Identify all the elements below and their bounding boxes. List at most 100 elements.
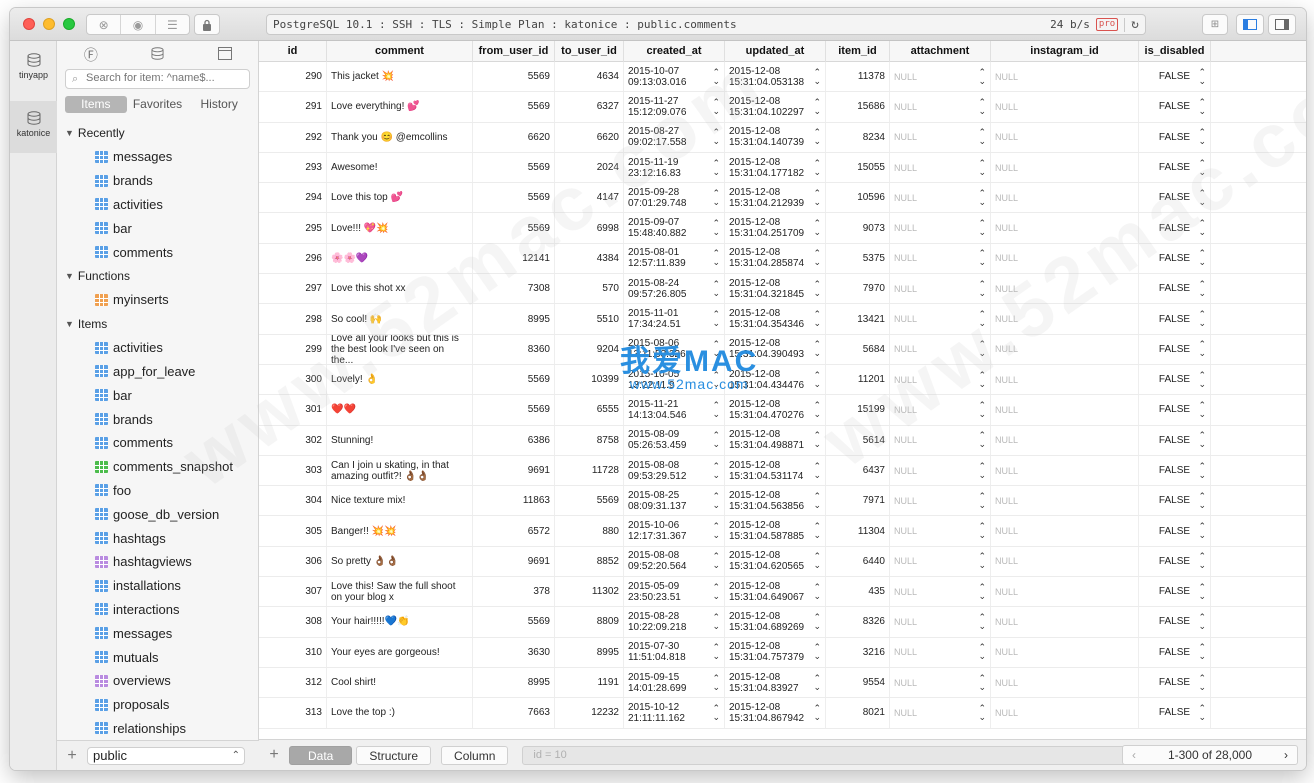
cell-created-at[interactable]: 2015-09-07 15:48:40.882 ⌃ ⌄	[624, 213, 725, 243]
cell-instagram-id[interactable]: NULL	[991, 92, 1139, 122]
cell-attachment[interactable]: NULL ⌃ ⌄	[890, 395, 991, 425]
cell-is-disabled[interactable]: FALSE ⌃ ⌄	[1139, 62, 1211, 92]
chevron-updown-icon[interactable]: ⌃ ⌄	[978, 491, 986, 510]
cell-is-disabled[interactable]: FALSE ⌃ ⌄	[1139, 395, 1211, 425]
cell-updated-at[interactable]: 2015-12-08 15:31:04.83927 ⌃ ⌄	[725, 667, 826, 698]
column-header[interactable]: is_disabled	[1139, 41, 1211, 62]
chevron-updown-icon[interactable]: ⌃ ⌄	[978, 97, 986, 116]
cell-created-at[interactable]: 2015-10-06 12:17:31.367 ⌃ ⌄	[624, 516, 725, 546]
cell-is-disabled[interactable]: FALSE ⌃ ⌄	[1139, 425, 1211, 455]
cell-updated-at[interactable]: 2015-12-08 15:31:04.354346 ⌃ ⌄	[725, 304, 826, 334]
cell-is-disabled[interactable]: FALSE ⌃ ⌄	[1139, 546, 1211, 577]
sidebar-item-interactions[interactable]: interactions	[57, 598, 259, 622]
column-header[interactable]: item_id	[826, 41, 890, 62]
cell-created-at[interactable]: 2015-09-15 14:01:28.699 ⌃ ⌄	[624, 667, 725, 698]
cell-instagram-id[interactable]: NULL	[991, 546, 1139, 577]
cell-from-user-id[interactable]: 8995	[473, 667, 555, 698]
sidebar-item-installations[interactable]: installations	[57, 574, 259, 598]
chevron-updown-icon[interactable]: ⌃ ⌄	[712, 310, 720, 328]
table-row[interactable]: 298 So cool! 🙌 8995 5510 2015-11-01 17:34:24…	[259, 304, 1306, 335]
cell-to-user-id[interactable]: 5510	[555, 304, 624, 334]
cell-instagram-id[interactable]: NULL	[991, 667, 1139, 698]
cell-updated-at[interactable]: 2015-12-08 15:31:04.867942 ⌃ ⌄	[725, 698, 826, 728]
close-window-button[interactable]	[23, 18, 35, 30]
cell-from-user-id[interactable]: 6386	[473, 425, 555, 455]
chevron-updown-icon[interactable]: ⌃ ⌄	[712, 612, 720, 631]
tree-section-header[interactable]: ▼ Functions	[57, 264, 259, 288]
chevron-updown-icon[interactable]: ⌃ ⌄	[712, 522, 720, 540]
minimize-window-button[interactable]	[43, 18, 55, 30]
cell-attachment[interactable]: NULL ⌃ ⌄	[890, 364, 991, 395]
cell-item-id[interactable]: 11304	[826, 516, 890, 546]
cell-item-id[interactable]: 10596	[826, 183, 890, 213]
chevron-updown-icon[interactable]: ⌃ ⌄	[978, 643, 986, 661]
cell-id[interactable]: 294	[259, 183, 327, 213]
table-row[interactable]: 308 Your hair!!!!!💙👏 5569 8809 2015-08-28 10…	[259, 607, 1306, 638]
cell-from-user-id[interactable]: 11863	[473, 486, 555, 516]
cell-to-user-id[interactable]: 8758	[555, 425, 624, 455]
cell-id[interactable]: 295	[259, 213, 327, 243]
tab-column[interactable]: Column	[441, 745, 509, 765]
table-row[interactable]: 310 Your eyes are gorgeous! 3630 8995 2015-0…	[259, 637, 1306, 668]
chevron-updown-icon[interactable]: ⌃ ⌄	[813, 370, 821, 389]
cell-created-at[interactable]: 2015-08-01 12:57:11.839 ⌃ ⌄	[624, 243, 725, 274]
cell-to-user-id[interactable]: 1191	[555, 667, 624, 698]
chevron-updown-icon[interactable]: ⌃ ⌄	[712, 582, 720, 601]
table-row[interactable]: 299 Love all your looks but this is the b…	[259, 334, 1306, 365]
cell-comment[interactable]: 🌸🌸💜	[327, 243, 473, 274]
table-row[interactable]: 295 Love!!! 💖💥 5569 6998 2015-09-07 15:48:40…	[259, 213, 1306, 244]
cell-instagram-id[interactable]: NULL	[991, 455, 1139, 486]
chevron-updown-icon[interactable]: ⌃ ⌄	[712, 128, 720, 146]
chevron-updown-icon[interactable]: ⌃ ⌄	[978, 431, 986, 449]
cell-attachment[interactable]: NULL ⌃ ⌄	[890, 607, 991, 637]
cell-instagram-id[interactable]: NULL	[991, 637, 1139, 667]
cell-to-user-id[interactable]: 2024	[555, 152, 624, 183]
cell-id[interactable]: 298	[259, 304, 327, 334]
cell-id[interactable]: 299	[259, 334, 327, 364]
cell-from-user-id[interactable]: 7663	[473, 698, 555, 728]
chevron-updown-icon[interactable]: ⌃ ⌄	[813, 461, 821, 480]
chevron-updown-icon[interactable]: ⌃ ⌄	[712, 552, 720, 570]
sidebar-item-comments_snapshot[interactable]: comments_snapshot	[57, 455, 259, 479]
sidebar-item-mutuals[interactable]: mutuals	[57, 645, 259, 669]
sidebar-item-bar[interactable]: bar	[57, 216, 259, 240]
sidebar-item-relationships[interactable]: relationships	[57, 717, 259, 741]
chevron-updown-icon[interactable]: ⌃ ⌄	[712, 370, 720, 389]
chevron-updown-icon[interactable]: ⌃ ⌄	[712, 703, 720, 722]
chevron-updown-icon[interactable]: ⌃ ⌄	[978, 279, 986, 298]
cell-item-id[interactable]: 6440	[826, 546, 890, 577]
chevron-updown-icon[interactable]: ⌃ ⌄	[1198, 340, 1206, 358]
column-header[interactable]: to_user_id	[555, 41, 624, 62]
chevron-updown-icon[interactable]: ⌃ ⌄	[712, 67, 720, 86]
chevron-updown-icon[interactable]: ⌃ ⌄	[813, 188, 821, 207]
cell-id[interactable]: 293	[259, 152, 327, 183]
cell-is-disabled[interactable]: FALSE ⌃ ⌄	[1139, 274, 1211, 304]
chevron-updown-icon[interactable]: ⌃ ⌄	[978, 219, 986, 237]
sidebar-item-myinserts[interactable]: myinserts	[57, 288, 259, 312]
cell-id[interactable]: 306	[259, 546, 327, 577]
chevron-updown-icon[interactable]: ⌃ ⌄	[712, 188, 720, 207]
cell-to-user-id[interactable]: 5569	[555, 486, 624, 516]
cell-from-user-id[interactable]: 5569	[473, 152, 555, 183]
cell-item-id[interactable]: 7970	[826, 274, 890, 304]
cell-is-disabled[interactable]: FALSE ⌃ ⌄	[1139, 122, 1211, 152]
sidebar-item-comments[interactable]: comments	[57, 240, 259, 264]
table-row[interactable]: 301 ❤️❤️ 5569 6555 2015-11-21 14:13:04.546 ⌃ ⌄…	[259, 395, 1306, 426]
cell-from-user-id[interactable]: 5569	[473, 395, 555, 425]
cell-comment[interactable]: Love everything! 💕	[327, 92, 473, 122]
cell-item-id[interactable]: 13421	[826, 304, 890, 334]
chevron-updown-icon[interactable]: ⌃ ⌄	[1198, 370, 1206, 389]
chevron-updown-icon[interactable]: ⌃ ⌄	[978, 67, 986, 86]
table-row[interactable]: 294 Love this top 💕 5569 4147 2015-09-28 07:…	[259, 183, 1306, 214]
column-header[interactable]: created_at	[624, 41, 725, 62]
chevron-updown-icon[interactable]: ⌃ ⌄	[813, 158, 821, 177]
cell-updated-at[interactable]: 2015-12-08 15:31:04.212939 ⌃ ⌄	[725, 183, 826, 213]
toggle-sidebar-button[interactable]	[1236, 14, 1264, 35]
chevron-updown-icon[interactable]: ⌃ ⌄	[978, 522, 986, 540]
chevron-updown-icon[interactable]: ⌃ ⌄	[978, 582, 986, 601]
cell-updated-at[interactable]: 2015-12-08 15:31:04.498871 ⌃ ⌄	[725, 425, 826, 455]
chevron-updown-icon[interactable]: ⌃ ⌄	[712, 400, 720, 419]
chevron-updown-icon[interactable]: ⌃ ⌄	[813, 128, 821, 146]
cell-updated-at[interactable]: 2015-12-08 15:31:04.470276 ⌃ ⌄	[725, 395, 826, 425]
tree-section-header[interactable]: ▼ Recently	[57, 121, 259, 145]
